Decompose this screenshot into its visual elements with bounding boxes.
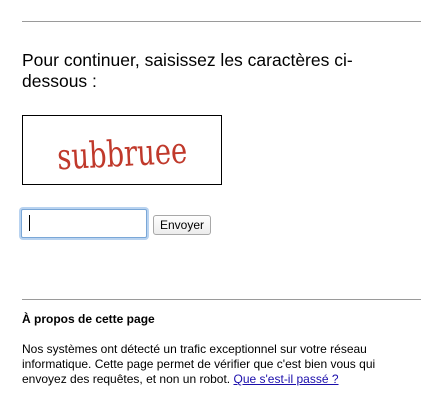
captcha-prompt-heading: Pour continuer, saisissez les caractères… <box>22 50 353 91</box>
about-heading: À propos de cette page <box>22 312 155 326</box>
what-happened-link[interactable]: Que s'est-il passé ? <box>234 372 339 386</box>
submit-button[interactable]: Envoyer <box>153 215 212 235</box>
top-divider <box>22 21 421 22</box>
captcha-image: subbruee <box>22 115 222 185</box>
captcha-answer-input[interactable] <box>21 209 147 238</box>
captcha-text: subbruee <box>56 131 188 179</box>
section-divider <box>22 299 421 300</box>
about-description: Nos systèmes ont détecté un trafic excep… <box>22 342 422 387</box>
captcha-text-graphic: subbruee <box>56 131 188 179</box>
text-cursor <box>29 215 30 231</box>
